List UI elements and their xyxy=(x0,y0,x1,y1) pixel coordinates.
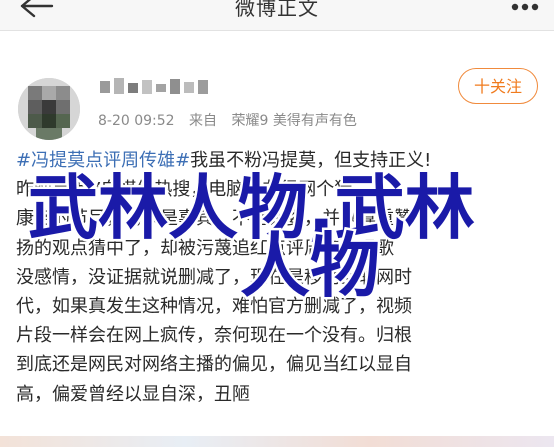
post-line: 片段一样会在网上疯传，奈何现在一个没有。归根 xyxy=(16,325,412,347)
next-content-preview xyxy=(0,436,554,447)
post-line: #冯提莫点评周传雄#我虽不粉冯提莫，但支持正义! xyxy=(16,146,538,175)
blurred-username[interactable] xyxy=(100,76,220,98)
more-dots-icon[interactable] xyxy=(510,2,540,16)
post-line: 没感情，没证据就说删减了，现在是移动互联网时 xyxy=(16,266,412,288)
blurred-avatar-image xyxy=(18,78,80,140)
post-meta: 8-20 09:52 来自 荣耀9 美得有声有色 xyxy=(98,110,367,130)
avatar[interactable] xyxy=(18,78,80,140)
post-line: 到底还是网民对网络主播的偏见，偏见当红以显自 xyxy=(16,354,412,376)
post-line: 昨晚是大V自媒体热搜，电脑网友很网个猜 xyxy=(16,179,353,201)
follow-button[interactable]: 十关注 xyxy=(458,68,538,104)
post-source-prefix: 来自 xyxy=(189,113,218,129)
post-line-rest: 我虽不粉冯提莫，但支持正义! xyxy=(190,150,432,171)
page-title: 微博正文 xyxy=(235,0,319,20)
hashtag-link[interactable]: #冯提莫点评周传雄# xyxy=(16,150,190,171)
post-line: 康格的节目，冯兴是嘉宾，不是评委，并以尊重赞 xyxy=(16,208,412,230)
post-timestamp: 8-20 09:52 xyxy=(98,113,175,129)
post-line: 代，如果真发生这种情况，难怕官方删减了，视频 xyxy=(16,295,412,317)
weibo-post-screen: 微博正文 8-20 09:52 来自 荣耀9 美得有声有色 十关注 #冯提莫点评… xyxy=(0,0,554,447)
post-device[interactable]: 荣耀9 美得有声有色 xyxy=(231,113,356,129)
post-line: 高，偏爱曾经以显自深，丑陋 xyxy=(16,383,250,405)
post-body: #冯提莫点评周传雄#我虽不粉冯提莫，但支持正义! 昨晚是大V自媒体热搜，电脑网友… xyxy=(16,146,538,409)
top-navigation-bar: 微博正文 xyxy=(0,0,554,31)
post-line: 扬的观点猜中了，却被污蔑追红点评周传雄唱歌 xyxy=(16,237,394,259)
